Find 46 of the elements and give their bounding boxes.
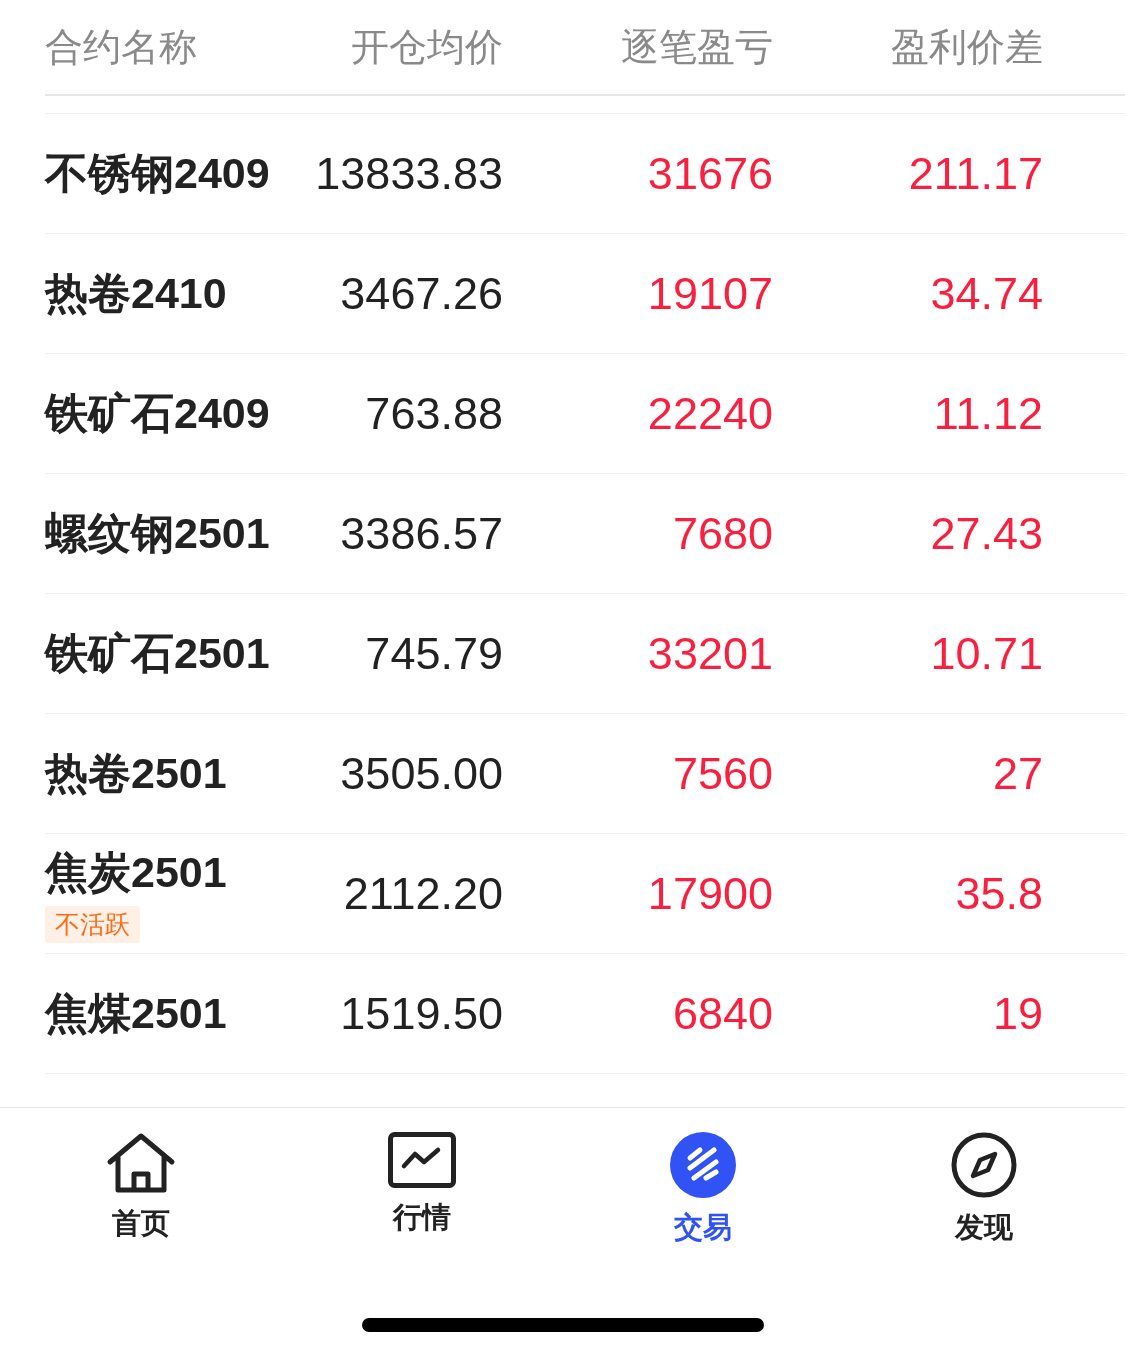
- tab-bar-item[interactable]: 交易: [670, 1132, 737, 1248]
- average-price: 3386.57: [339, 507, 503, 560]
- average-price: 1519.50: [339, 987, 503, 1040]
- average-price: 13833.83: [314, 147, 503, 200]
- contract-name: 热卷2410: [45, 267, 227, 319]
- column-header: 合约名称: [45, 24, 198, 70]
- contract-name: 焦炭2501: [45, 847, 227, 898]
- tab-bar-item[interactable]: 首页: [105, 1132, 176, 1248]
- contract-name: 热卷2501: [45, 747, 227, 799]
- chart-icon: [387, 1132, 456, 1188]
- column-header: 逐笔盈亏: [620, 24, 773, 70]
- compass-icon: [951, 1132, 1018, 1198]
- price-spread: 35.8: [954, 867, 1043, 920]
- price-spread: 10.71: [929, 627, 1043, 680]
- price-spread: 19: [991, 987, 1043, 1040]
- tab-bar-item[interactable]: 行情: [387, 1132, 456, 1248]
- profit-loss: 6840: [671, 987, 773, 1040]
- home-icon: [105, 1132, 176, 1194]
- price-spread: 27: [991, 747, 1043, 800]
- tab-bar-item[interactable]: 发现: [951, 1132, 1018, 1248]
- contract-name: 焦煤2501: [45, 987, 227, 1039]
- profit-loss: 19107: [646, 267, 773, 320]
- profit-loss: 17900: [646, 867, 773, 920]
- profit-loss: 31676: [646, 147, 773, 200]
- contract-name: 不锈钢2409: [45, 147, 270, 199]
- average-price: 745.79: [364, 627, 503, 680]
- profit-loss: 7560: [671, 747, 773, 800]
- home-indicator[interactable]: [362, 1318, 764, 1332]
- status-tag: 不活跃: [45, 906, 140, 943]
- average-price: 3467.26: [339, 267, 503, 320]
- average-price: 3505.00: [339, 747, 503, 800]
- price-spread: 11.12: [932, 387, 1043, 440]
- profit-loss: 22240: [646, 387, 773, 440]
- profit-loss: 7680: [671, 507, 773, 560]
- contract-name: 铁矿石2409: [45, 387, 270, 439]
- profit-loss: 33201: [646, 627, 773, 680]
- column-header: 盈利价差: [890, 24, 1043, 70]
- column-header: 开仓均价: [350, 24, 503, 70]
- contract-name: 铁矿石2501: [45, 627, 270, 679]
- contract-name: 螺纹钢2501: [45, 507, 270, 559]
- average-price: 763.88: [364, 387, 503, 440]
- price-spread: 27.43: [929, 507, 1043, 560]
- price-spread: 34.74: [929, 267, 1043, 320]
- trade-icon: [670, 1132, 737, 1198]
- price-spread: 211.17: [907, 147, 1043, 200]
- average-price: 2112.20: [342, 867, 503, 920]
